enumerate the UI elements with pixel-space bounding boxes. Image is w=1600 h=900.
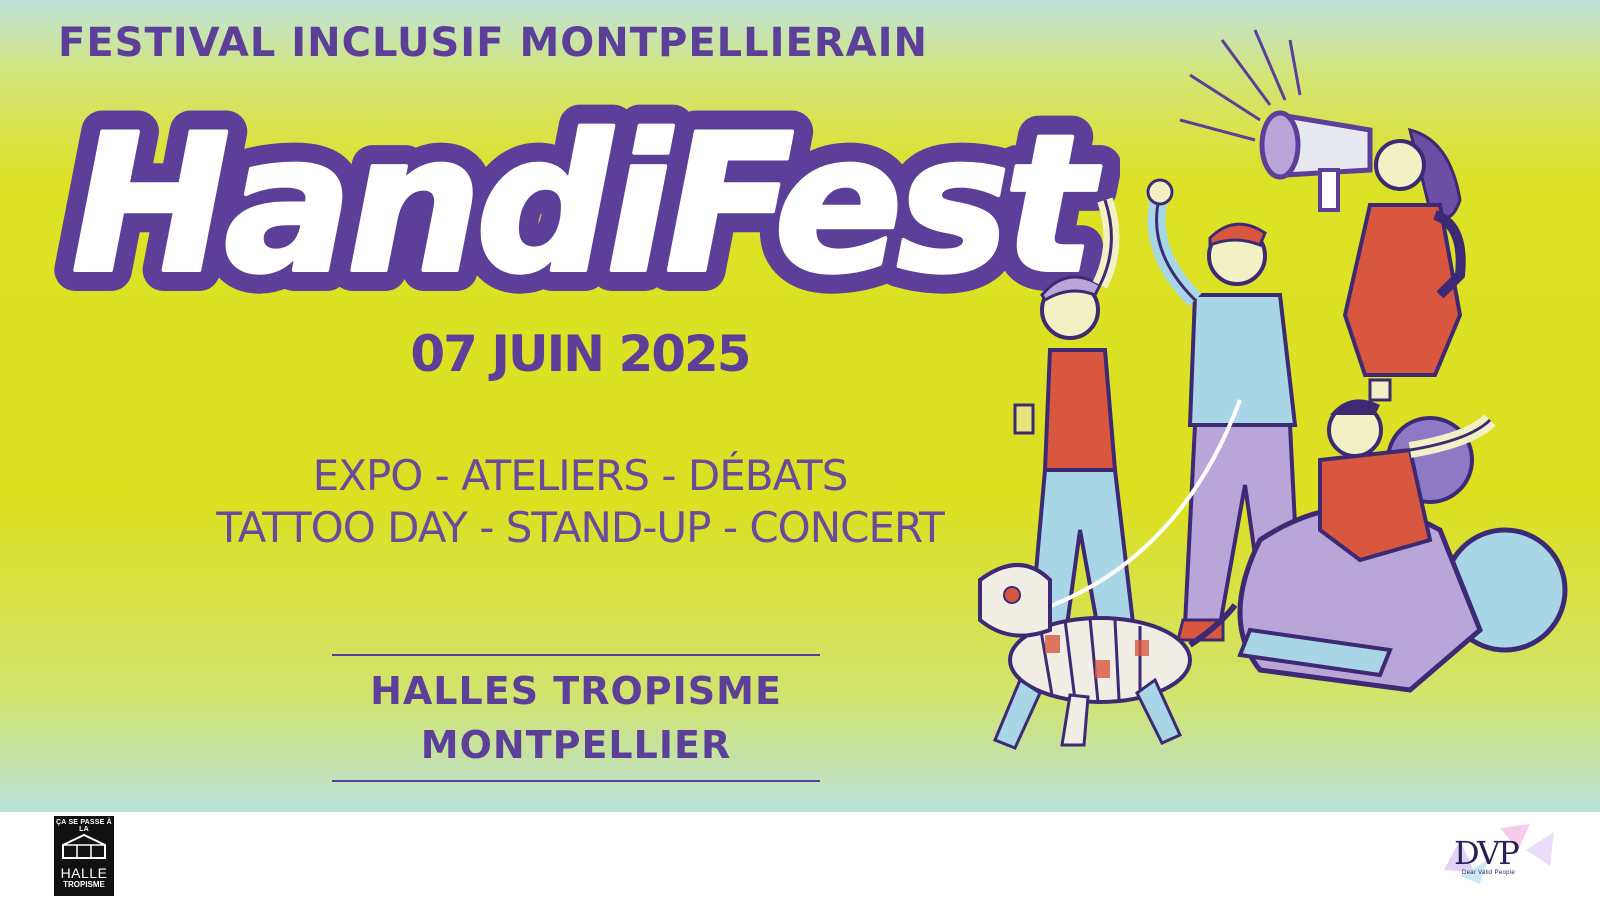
- activities-line-2: TATTOO DAY - STAND-UP - CONCERT: [216, 503, 945, 552]
- halle-logo-sub: TROPISME: [63, 880, 105, 889]
- handifest-title-text: HandiFest: [71, 94, 1101, 315]
- event-date: 07 JUIN 2025: [410, 325, 751, 383]
- festival-illustration: [978, 29, 1568, 750]
- halle-building-icon: [62, 833, 106, 859]
- activities-line-1: EXPO - ATELIERS - DÉBATS: [312, 451, 849, 500]
- festival-tagline: FESTIVAL INCLUSIF MONTPELLIERAIN: [58, 20, 928, 66]
- dvp-logo-icon: DVP Dear Valid People: [1440, 820, 1558, 886]
- poster-banner: FESTIVAL INCLUSIF MONTPELLIERAIN HandiFe…: [0, 0, 1600, 812]
- megaphone-icon: [1259, 110, 1373, 212]
- halle-tropisme-logo-icon: ÇA SE PASSE À LA HALLE TROPISME: [54, 816, 114, 896]
- activities-list: EXPO - ATELIERS - DÉBATS TATTOO DAY - ST…: [120, 450, 1040, 554]
- dvp-letters: DVP: [1454, 834, 1520, 872]
- dvp-subtitle: Dear Valid People: [1462, 870, 1516, 876]
- halle-logo-name: HALLE: [60, 865, 108, 881]
- halle-logo-top-text: ÇA SE PASSE À LA: [56, 819, 112, 833]
- venue-box: HALLES TROPISME MONTPELLIER: [332, 654, 820, 782]
- venue-name: HALLES TROPISME: [370, 669, 782, 713]
- venue-city: MONTPELLIER: [420, 723, 732, 767]
- footer: [0, 812, 1600, 900]
